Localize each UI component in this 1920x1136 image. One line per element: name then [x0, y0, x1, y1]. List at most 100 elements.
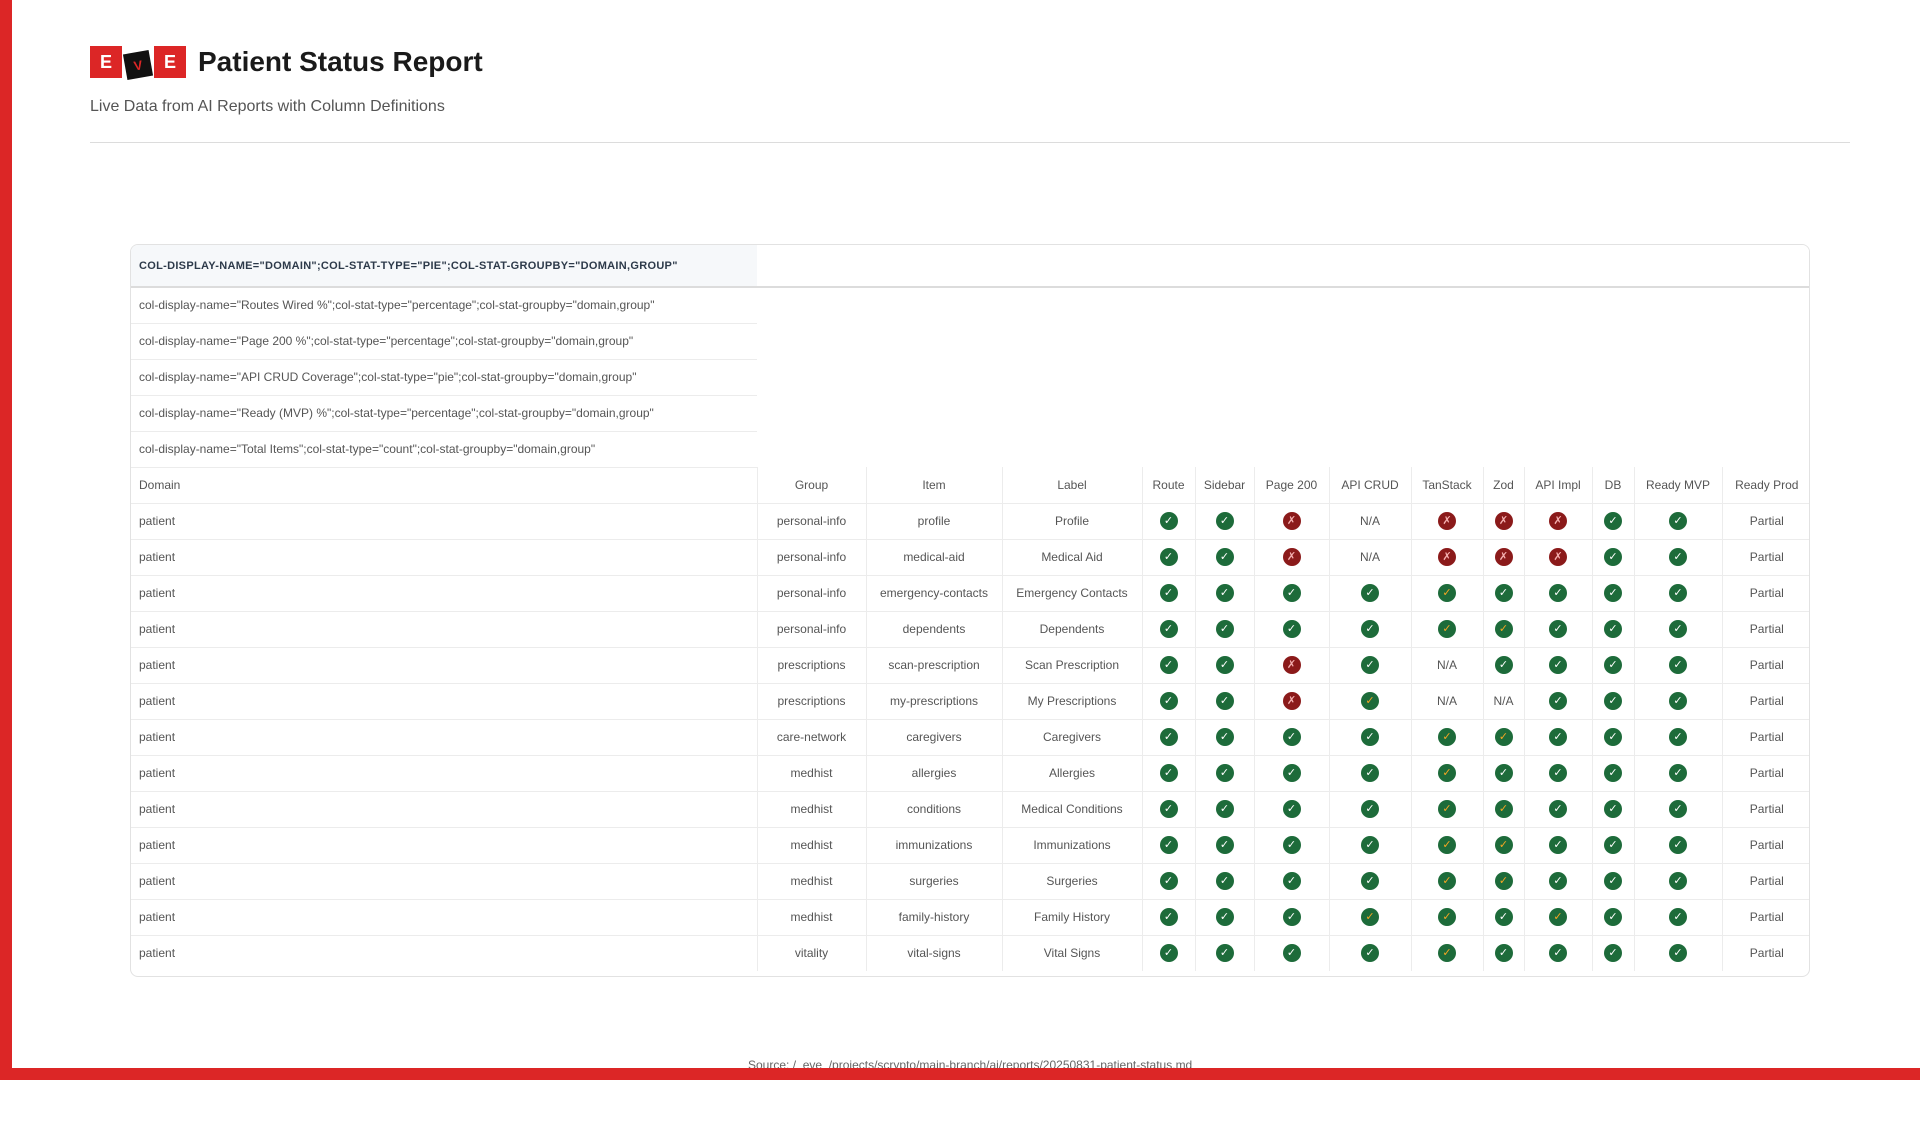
status-cell: ✗ — [1254, 503, 1330, 540]
check-icon: ✓ — [1604, 764, 1622, 782]
column-header[interactable]: TanStack — [1411, 467, 1484, 504]
table-row[interactable]: patient medhist immunizations Immunizations… — [131, 827, 1809, 864]
cell-item: my-prescriptions — [866, 683, 1003, 720]
status-cell: ✓ — [1483, 755, 1525, 792]
status-cell: ✗ — [1254, 683, 1330, 720]
table-row[interactable]: patient medhist allergies Allergies ✓ ✓ ✓ ✓ ✓ ✓ ✓ ✓… — [131, 755, 1809, 792]
check-icon: ✓ — [1282, 620, 1301, 638]
column-header[interactable]: Item — [866, 467, 1003, 504]
check-icon: ✓ — [1669, 512, 1687, 530]
status-cell: N/A — [1411, 683, 1484, 720]
check-icon: ✓ — [1494, 584, 1513, 602]
table-row[interactable]: patient personal-info profile Profile ✓ ✓ ✗ N/A… — [131, 503, 1809, 540]
table-row[interactable]: patient care-network caregivers Caregivers ✓… — [131, 719, 1809, 756]
table-row[interactable]: patient personal-info medical-aid Medical A… — [131, 539, 1809, 576]
table-row[interactable]: patient prescriptions scan-prescription Sca… — [131, 647, 1809, 684]
status-cell: ✓ — [1142, 899, 1196, 936]
status-cell: ✓ — [1142, 683, 1196, 720]
report-header: E V E Patient Status Report Live Data fr… — [90, 44, 1850, 116]
check-icon: ✓ — [1669, 800, 1687, 818]
table-row[interactable]: patient personal-info emergency-contacts Em… — [131, 575, 1809, 612]
definition-cell: col-display-name="Page 200 %";col-stat-t… — [131, 323, 757, 360]
cell-label: Family History — [1002, 899, 1143, 936]
cell-domain: patient — [131, 827, 758, 864]
status-cell: ✓ — [1195, 611, 1255, 648]
status-cell: ✓ — [1592, 719, 1635, 756]
status-cell: ✗ — [1254, 539, 1330, 576]
cell-domain: patient — [131, 863, 758, 900]
cell-ready-prod: Partial — [1722, 863, 1809, 900]
column-header[interactable]: API Impl — [1524, 467, 1593, 504]
column-header[interactable]: Label — [1002, 467, 1143, 504]
check-icon: ✓ — [1438, 944, 1456, 963]
column-header[interactable]: Domain — [131, 467, 758, 504]
cell-ready-prod: Partial — [1722, 539, 1809, 576]
column-header[interactable]: API CRUD — [1329, 467, 1412, 504]
cell-group: medhist — [757, 755, 867, 792]
check-icon: ✓ — [1549, 728, 1567, 746]
status-table-container: COL-DISPLAY-NAME="DOMAIN";COL-STAT-TYPE=… — [130, 244, 1810, 977]
check-icon: ✓ — [1215, 944, 1234, 963]
cell-group: vitality — [757, 935, 867, 971]
status-cell: ✓ — [1254, 899, 1330, 936]
status-cell: N/A — [1329, 503, 1412, 540]
check-icon: ✓ — [1604, 800, 1622, 818]
check-icon: ✓ — [1215, 512, 1234, 530]
check-icon: ✓ — [1159, 728, 1178, 746]
column-header[interactable]: Sidebar — [1195, 467, 1255, 504]
column-header[interactable]: Route — [1142, 467, 1196, 504]
check-icon: ✓ — [1282, 800, 1301, 818]
cell-item: scan-prescription — [866, 647, 1003, 684]
check-icon: ✓ — [1494, 872, 1513, 890]
table-row[interactable]: patient prescriptions my-prescriptions My P… — [131, 683, 1809, 720]
status-cell: ✓ — [1195, 863, 1255, 900]
cell-group: prescriptions — [757, 683, 867, 720]
status-cell: ✓ — [1634, 791, 1723, 828]
column-header[interactable]: Group — [757, 467, 867, 504]
column-header[interactable]: Page 200 — [1254, 467, 1330, 504]
cell-domain: patient — [131, 539, 758, 576]
cell-item: profile — [866, 503, 1003, 540]
cell-label: Allergies — [1002, 755, 1143, 792]
status-cell: ✓ — [1411, 575, 1484, 612]
status-cell: ✓ — [1634, 647, 1723, 684]
column-header[interactable]: Ready Prod — [1722, 467, 1809, 504]
cell-group: medhist — [757, 863, 867, 900]
table-row[interactable]: patient medhist family-history Family Histo… — [131, 899, 1809, 936]
table-row[interactable]: patient medhist surgeries Surgeries ✓ ✓ ✓ ✓ ✓ ✓ ✓ ✓… — [131, 863, 1809, 900]
column-header[interactable]: Ready MVP — [1634, 467, 1723, 504]
check-icon: ✓ — [1159, 764, 1178, 782]
table-row[interactable]: patient vitality vital-signs Vital Signs ✓ ✓ ✓… — [131, 935, 1809, 971]
check-icon: ✓ — [1604, 548, 1622, 566]
column-header[interactable]: DB — [1592, 467, 1635, 504]
status-cell: ✓ — [1411, 611, 1484, 648]
header-divider — [90, 142, 1850, 143]
check-icon: ✓ — [1215, 872, 1234, 890]
check-icon: ✓ — [1438, 800, 1456, 818]
status-cell: ✓ — [1634, 827, 1723, 864]
status-cell: ✓ — [1634, 575, 1723, 612]
definition-row: col-display-name="Ready (MVP) %";col-sta… — [131, 395, 1809, 432]
cell-group: personal-info — [757, 575, 867, 612]
table-row[interactable]: patient medhist conditions Medical Conditio… — [131, 791, 1809, 828]
status-cell: ✓ — [1634, 683, 1723, 720]
status-cell: ✓ — [1329, 899, 1412, 936]
bottom-accent-bar — [0, 1068, 1920, 1080]
status-cell: ✓ — [1329, 935, 1412, 971]
definition-blank — [757, 287, 1809, 323]
cell-group: personal-info — [757, 539, 867, 576]
cell-label: Emergency Contacts — [1002, 575, 1143, 612]
column-header[interactable]: Zod — [1483, 467, 1525, 504]
check-icon: ✓ — [1361, 620, 1379, 638]
table-row[interactable]: patient personal-info dependents Dependents… — [131, 611, 1809, 648]
status-cell: ✓ — [1483, 647, 1525, 684]
check-icon: ✓ — [1159, 584, 1178, 602]
status-cell: ✓ — [1195, 827, 1255, 864]
fail-icon: ✗ — [1438, 512, 1456, 530]
status-cell: ✓ — [1592, 503, 1635, 540]
check-icon: ✓ — [1669, 728, 1687, 746]
cell-item: emergency-contacts — [866, 575, 1003, 612]
check-icon: ✓ — [1549, 908, 1567, 926]
cell-ready-prod: Partial — [1722, 719, 1809, 756]
status-cell: ✗ — [1411, 503, 1484, 540]
